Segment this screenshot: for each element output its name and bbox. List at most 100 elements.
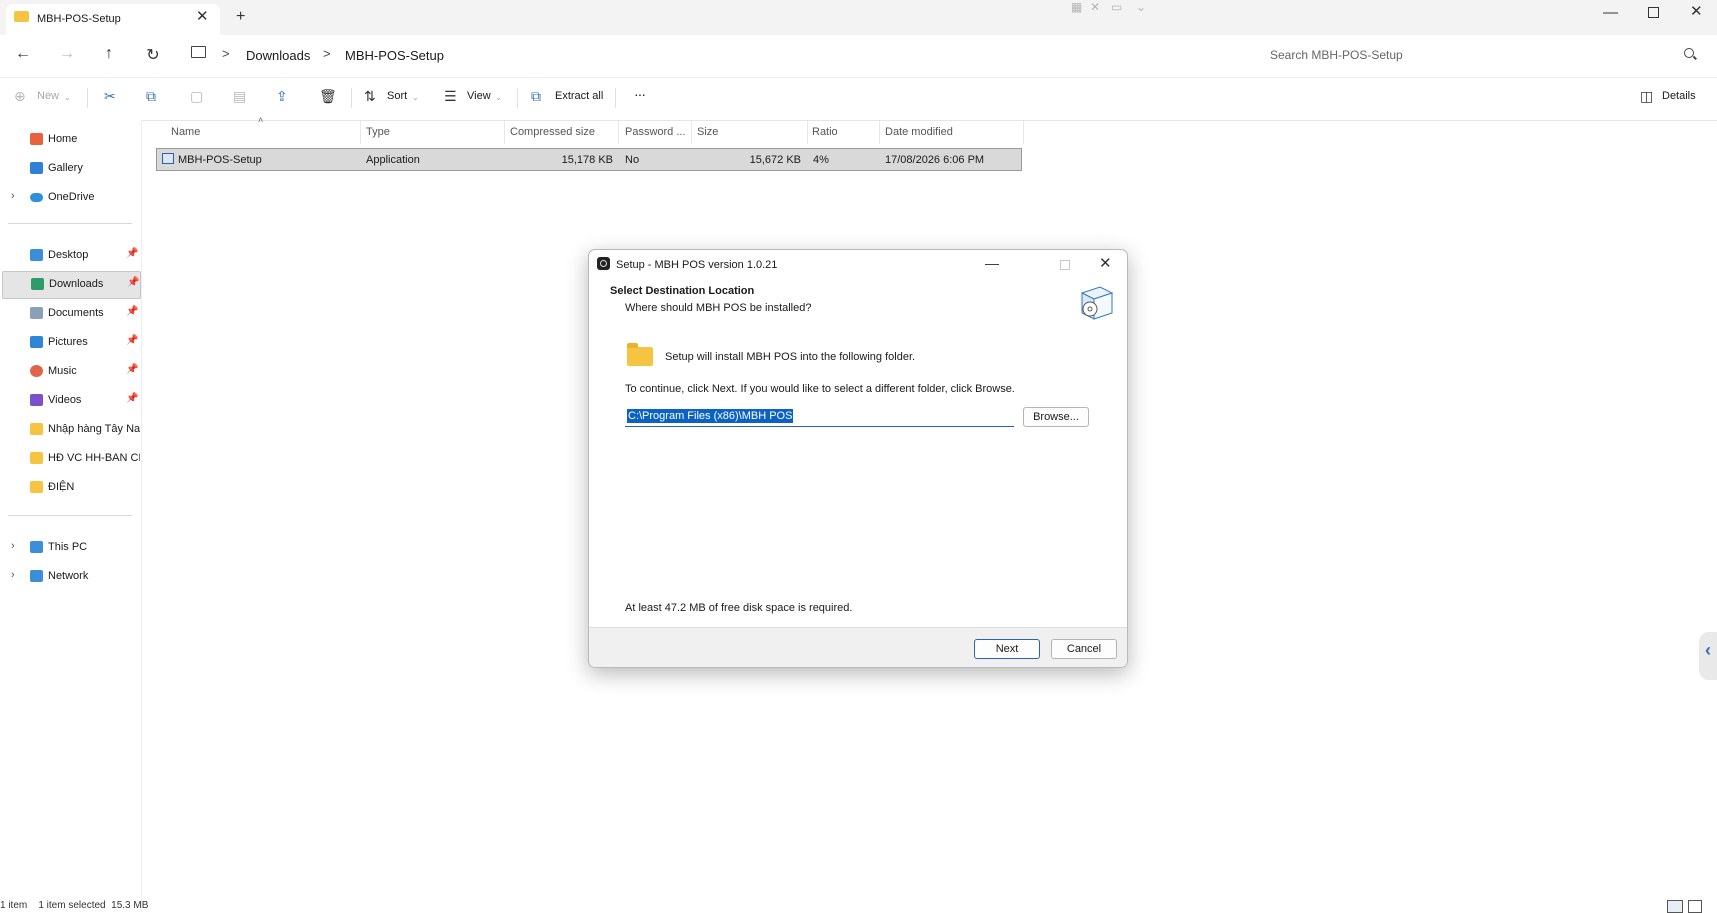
column-divider[interactable]	[1023, 121, 1024, 144]
sidebar-item-home[interactable]: Home	[0, 126, 140, 154]
dialog-minimize-button[interactable]: —	[985, 255, 999, 271]
delete-icon[interactable]: 🗑	[319, 88, 337, 105]
view-button[interactable]: View	[467, 90, 491, 102]
column-header-password[interactable]: Password ...	[625, 126, 686, 138]
cell-size: 15,672 KB	[749, 154, 801, 166]
sidebar-item-this-pc[interactable]: › This PC	[0, 534, 140, 562]
cancel-button[interactable]: Cancel	[1051, 639, 1117, 659]
cell-password: No	[625, 154, 640, 166]
sidebar-item-label: ĐIỆN	[48, 481, 75, 493]
dialog-maximize-button	[1060, 260, 1070, 270]
wizard-subheading: Where should MBH POS be installed?	[625, 302, 812, 314]
sidebar-item-label: Videos	[48, 394, 82, 406]
divider	[8, 515, 132, 516]
new-button[interactable]: New	[37, 90, 59, 102]
folder-icon	[30, 481, 43, 493]
chevron-right-icon[interactable]: ›	[11, 540, 15, 552]
pin-icon: 📌	[126, 306, 139, 317]
sidebar-item-pictures[interactable]: Pictures 📌	[0, 329, 140, 357]
forward-button[interactable]: →	[57, 45, 77, 63]
install-info-text: Setup will install MBH POS into the foll…	[665, 351, 916, 363]
sidebar-item-network[interactable]: › Network	[0, 563, 140, 591]
column-header-name[interactable]: Name	[171, 126, 200, 138]
dialog-title: Setup - MBH POS version 1.0.21	[616, 259, 778, 271]
search-icon[interactable]	[1684, 48, 1694, 58]
pin-icon: 📌	[126, 393, 139, 404]
column-header-type[interactable]: Type	[366, 126, 390, 138]
share-icon[interactable]: ⇪	[276, 88, 288, 105]
sort-icon: ⇅	[364, 88, 376, 104]
this-pc-icon[interactable]	[191, 46, 206, 58]
details-button[interactable]: Details	[1662, 90, 1696, 102]
close-tab-icon[interactable]: ✕	[196, 9, 209, 25]
details-view-button[interactable]	[1667, 900, 1683, 913]
refresh-button[interactable]: ↻	[143, 45, 163, 65]
instructions-text: To continue, click Next. If you would li…	[625, 383, 1015, 395]
column-divider[interactable]	[807, 121, 808, 144]
next-button[interactable]: Next	[974, 639, 1040, 659]
search-input[interactable]: Search MBH-POS-Setup	[1270, 48, 1403, 62]
sidebar-item-label: Pictures	[48, 336, 88, 348]
tab-title: MBH-POS-Setup	[37, 13, 121, 25]
new-tab-button[interactable]: +	[236, 9, 245, 25]
documents-icon	[30, 307, 43, 319]
breadcrumb-current[interactable]: MBH-POS-Setup	[345, 48, 444, 63]
back-button[interactable]: ←	[13, 45, 33, 63]
cut-icon[interactable]: ✂	[104, 88, 116, 105]
column-divider[interactable]	[691, 121, 692, 144]
music-icon	[30, 365, 43, 377]
tiles-view-button[interactable]	[1688, 900, 1702, 913]
browse-button[interactable]: Browse...	[1023, 407, 1089, 427]
chevron-right-icon[interactable]: ›	[11, 190, 15, 202]
sidebar-item-onedrive[interactable]: › OneDrive	[0, 184, 140, 212]
sidebar-item-folder-hd-vc[interactable]: HĐ VC HH-BAN CH	[0, 445, 140, 473]
cell-date-modified: 17/08/2026 6:06 PM	[885, 154, 985, 166]
chevron-left-icon[interactable]: ‹	[1705, 640, 1711, 661]
column-header-ratio[interactable]: Ratio	[812, 126, 838, 138]
divider	[87, 88, 88, 108]
sidebar-item-label: This PC	[48, 541, 88, 553]
sidebar-item-gallery[interactable]: Gallery	[0, 155, 140, 183]
chevron-right-icon[interactable]: ›	[11, 569, 15, 581]
more-options-button[interactable]: ···	[634, 86, 646, 102]
minimize-window-button[interactable]: —	[1603, 4, 1618, 21]
maximize-window-button[interactable]	[1648, 7, 1659, 18]
sidebar-item-folder-dien[interactable]: ĐIỆN	[0, 474, 140, 502]
rename-icon[interactable]: ▤	[233, 88, 246, 105]
setup-dialog: Setup - MBH POS version 1.0.21 — ✕ Selec…	[588, 249, 1128, 668]
copy-icon[interactable]: ⧉	[146, 88, 156, 105]
paste-icon[interactable]: ▢	[190, 88, 203, 105]
cell-name: MBH-POS-Setup	[178, 154, 262, 166]
sidebar-item-downloads[interactable]: Downloads 📌	[2, 271, 141, 299]
sidebar-item-label: Network	[48, 570, 89, 582]
close-window-button[interactable]: ✕	[1690, 2, 1703, 20]
column-header-size[interactable]: Size	[697, 126, 718, 138]
column-divider[interactable]	[618, 121, 619, 144]
column-divider[interactable]	[360, 121, 361, 144]
sidebar-item-desktop[interactable]: Desktop 📌	[0, 242, 140, 270]
extract-all-button[interactable]: Extract all	[555, 90, 603, 102]
column-divider[interactable]	[879, 121, 880, 144]
dialog-footer	[589, 627, 1127, 667]
breadcrumb-downloads[interactable]: Downloads	[246, 48, 310, 63]
sidebar-item-documents[interactable]: Documents 📌	[0, 300, 140, 328]
folder-icon	[627, 343, 653, 366]
view-icon: ☰	[444, 88, 457, 104]
dialog-close-button[interactable]: ✕	[1099, 254, 1112, 272]
sort-button[interactable]: Sort	[387, 90, 407, 102]
up-button[interactable]: ↑	[99, 45, 119, 63]
cell-type: Application	[366, 154, 420, 166]
column-header-compressed-size[interactable]: Compressed size	[510, 126, 595, 138]
sidebar-item-music[interactable]: Music 📌	[0, 358, 140, 386]
sidebar-item-folder-nhap-hang[interactable]: Nhập hàng Tây Nar	[0, 416, 140, 444]
column-divider[interactable]	[504, 121, 505, 144]
monitor-icon: ▭	[1111, 0, 1123, 14]
folder-icon	[30, 423, 43, 435]
install-path-value[interactable]: C:\Program Files (x86)\MBH POS	[627, 409, 794, 423]
column-header-date-modified[interactable]: Date modified	[885, 126, 953, 138]
installer-box-icon	[1080, 286, 1114, 320]
sidebar-item-videos[interactable]: Videos 📌	[0, 387, 140, 415]
sidebar-item-label: Downloads	[49, 278, 104, 290]
sidebar-item-label: Music	[48, 365, 77, 377]
chevron-down-icon: ⌄	[64, 93, 71, 102]
